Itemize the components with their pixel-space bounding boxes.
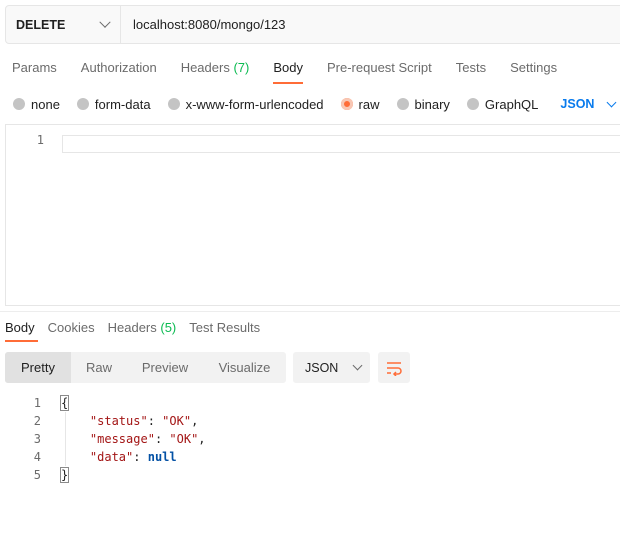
wrap-lines-icon xyxy=(387,361,402,376)
radio-label: x-www-form-urlencoded xyxy=(185,96,324,112)
response-tab-headers[interactable]: Headers (5) xyxy=(103,314,185,342)
response-tab-body[interactable]: Body xyxy=(0,314,43,342)
json-null: null xyxy=(147,450,177,464)
tab-tests[interactable]: Tests xyxy=(444,52,498,84)
tab-headers[interactable]: Headers (7) xyxy=(169,52,262,84)
code-text: } xyxy=(41,466,70,484)
code-text: "message": "OK", xyxy=(89,432,206,446)
body-format-label: JSON xyxy=(560,97,595,111)
editor-current-line[interactable] xyxy=(62,135,620,153)
url-input[interactable]: localhost:8080/mongo/123 xyxy=(121,6,620,43)
json-key: "status" xyxy=(89,414,148,428)
response-tab-cookies[interactable]: Cookies xyxy=(43,314,103,342)
json-string: "OK" xyxy=(169,432,199,446)
view-raw[interactable]: Raw xyxy=(71,352,127,383)
radio-label: raw xyxy=(358,96,380,112)
response-format-select[interactable]: JSON xyxy=(293,352,370,383)
radio-form-data[interactable]: form-data xyxy=(76,96,151,112)
response-tabs: Body Cookies Headers (5) Test Results xyxy=(0,314,268,342)
code-text: "status": "OK", xyxy=(89,414,199,428)
headers-count: (7) xyxy=(233,60,250,75)
response-format-label: JSON xyxy=(305,360,339,375)
method-select[interactable]: DELETE xyxy=(6,6,121,43)
chevron-down-icon xyxy=(99,16,111,28)
radio-label: form-data xyxy=(94,96,151,112)
code-line: 2 "status": "OK", xyxy=(0,412,206,430)
tab-params[interactable]: Params xyxy=(0,52,69,84)
radio-graphql[interactable]: GraphQL xyxy=(466,96,539,112)
line-number: 1 xyxy=(33,396,41,410)
radio-x-www-form-urlencoded[interactable]: x-www-form-urlencoded xyxy=(167,96,324,112)
radio-binary[interactable]: binary xyxy=(396,96,450,112)
request-tabs: Params Authorization Headers (7) Body Pr… xyxy=(0,52,569,84)
radio-icon xyxy=(466,98,479,110)
radio-raw[interactable]: raw xyxy=(340,96,380,112)
json-string: "OK" xyxy=(162,414,192,428)
radio-none[interactable]: none xyxy=(13,97,60,112)
response-headers-count: (5) xyxy=(160,320,177,335)
request-body-editor[interactable]: 1 xyxy=(5,124,620,306)
view-visualize[interactable]: Visualize xyxy=(203,352,286,383)
tab-label: Authorization xyxy=(80,60,157,75)
radio-label: GraphQL xyxy=(484,96,539,112)
tab-label: Settings xyxy=(510,60,558,75)
radio-label: none xyxy=(31,96,60,112)
tab-pre-request-script[interactable]: Pre-request Script xyxy=(315,52,444,84)
tab-label: Body xyxy=(273,60,303,75)
json-key: "data" xyxy=(89,450,134,464)
code-text: "data": null xyxy=(89,450,177,464)
radio-icon xyxy=(396,98,409,110)
view-preview[interactable]: Preview xyxy=(127,352,203,383)
tab-label: Pre-request Script xyxy=(326,60,432,75)
chevron-down-icon xyxy=(607,97,617,107)
radio-selected-icon xyxy=(340,98,353,110)
radio-icon xyxy=(167,98,180,110)
wrap-lines-button[interactable] xyxy=(378,352,410,383)
tab-label: Headers xyxy=(180,60,230,75)
code-line: 4 "data": null xyxy=(0,448,206,466)
code-line: 5 } xyxy=(0,466,206,484)
line-number: 2 xyxy=(33,414,41,428)
url-text: localhost:8080/mongo/123 xyxy=(133,17,286,32)
body-format-select[interactable]: JSON xyxy=(560,97,617,111)
json-key: "message" xyxy=(89,432,155,446)
response-body-viewer: 1 { 2 "status": "OK", 3 "message": "OK",… xyxy=(0,394,206,484)
tab-label: Body xyxy=(5,320,35,335)
tab-label: Test Results xyxy=(189,320,261,335)
tab-label: Params xyxy=(12,60,57,75)
line-number: 4 xyxy=(33,450,41,464)
request-bar: DELETE localhost:8080/mongo/123 xyxy=(5,5,620,44)
line-number: 1 xyxy=(36,133,44,147)
radio-label: binary xyxy=(414,96,450,112)
tab-label: Cookies xyxy=(47,320,95,335)
method-label: DELETE xyxy=(16,17,66,32)
divider xyxy=(0,311,620,312)
tab-authorization[interactable]: Authorization xyxy=(69,52,169,84)
code-line: 1 { xyxy=(0,394,206,412)
code-text: { xyxy=(41,394,70,412)
response-tab-test-results[interactable]: Test Results xyxy=(184,314,268,342)
view-pretty[interactable]: Pretty xyxy=(5,352,71,383)
tab-body[interactable]: Body xyxy=(261,52,315,84)
chevron-down-icon xyxy=(352,360,363,371)
line-number: 5 xyxy=(33,468,41,482)
tab-label: Headers xyxy=(107,320,157,335)
radio-icon xyxy=(13,98,25,110)
close-brace: } xyxy=(59,467,70,483)
body-type-options: none form-data x-www-form-urlencoded raw… xyxy=(0,92,617,116)
view-mode-segmented: Pretty Raw Preview Visualize xyxy=(5,352,286,383)
tab-label: Tests xyxy=(455,60,487,75)
radio-icon xyxy=(76,98,89,110)
code-line: 3 "message": "OK", xyxy=(0,430,206,448)
tab-settings[interactable]: Settings xyxy=(498,52,569,84)
line-number: 3 xyxy=(33,432,41,446)
open-brace: { xyxy=(59,395,70,411)
